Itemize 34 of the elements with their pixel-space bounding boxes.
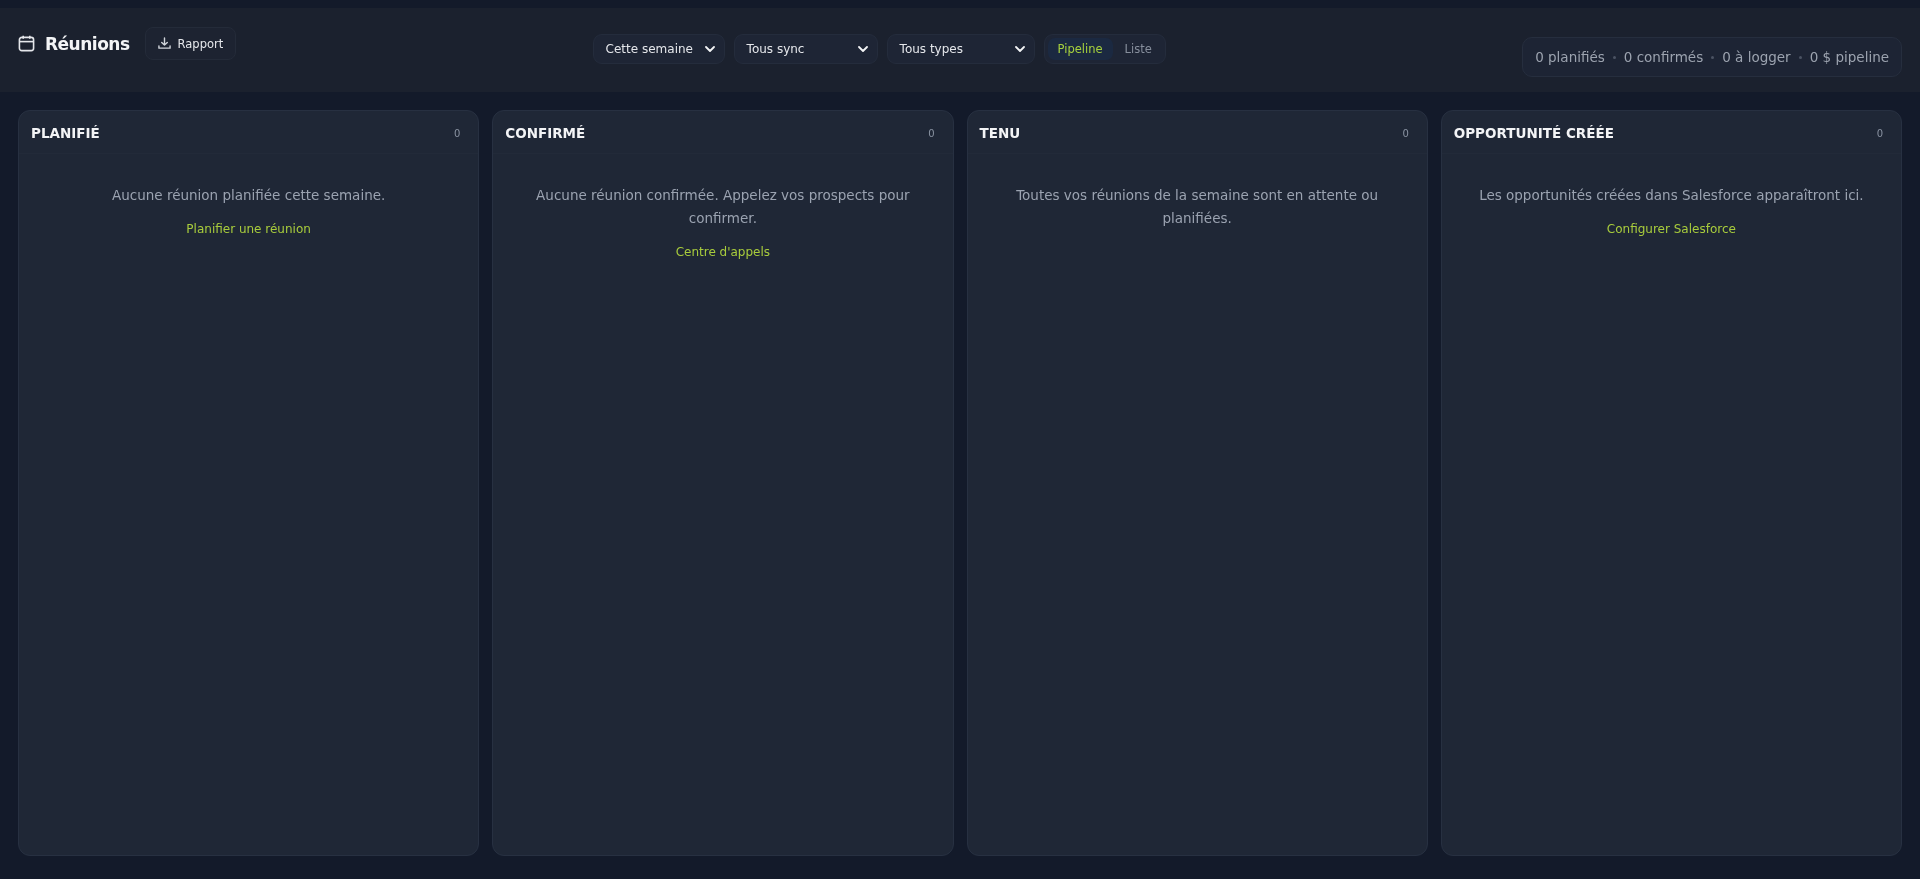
filter-dropdown[interactable]: Cette semaine [592, 34, 725, 64]
filter-dropdown[interactable]: Tous sync [733, 34, 878, 64]
chevron-down-icon [857, 46, 868, 52]
separator-dot-icon [1612, 55, 1616, 59]
report-button[interactable]: Rapport [144, 27, 237, 60]
action-link[interactable]: Configurer Salesforce [1598, 219, 1744, 239]
empty-message: Aucune réunion confirmée. Appelez vos prospects pour confirmer. [535, 186, 911, 228]
calendar-icon [18, 35, 35, 52]
summary-stat: 0 planifiés [1535, 49, 1605, 65]
chevron-down-icon [1014, 46, 1025, 52]
filter-dropdown[interactable]: Tous types [886, 34, 1035, 64]
action-link[interactable]: Centre d'appels [667, 242, 779, 262]
column-count: 0 [928, 127, 935, 139]
column-count: 0 [1402, 127, 1409, 139]
column-title: OPPORTUNITÉ CRÉÉE [1453, 125, 1614, 141]
separator-dot-icon [1711, 55, 1715, 59]
separator-dot-icon [1798, 55, 1802, 59]
column-title: TENU [979, 125, 1021, 141]
empty-message: Aucune réunion planifiée cette semaine. [111, 186, 386, 205]
summary-stat: 0 à logger [1722, 49, 1791, 65]
download-icon [157, 37, 171, 50]
column-count: 0 [1876, 127, 1883, 139]
summary-stat: 0 confirmés [1623, 49, 1704, 65]
action-link[interactable]: Planifier une réunion [178, 219, 319, 239]
page-title: Réunions [45, 33, 130, 54]
column-title: CONFIRMÉ [505, 125, 586, 141]
column-count: 0 [453, 127, 461, 139]
view-tab[interactable]: Pipeline [1047, 38, 1113, 60]
summary-stat: 0 $ pipeline [1809, 49, 1889, 65]
empty-message: Les opportunités créées dans Salesforce apparaîtront ici. [1479, 186, 1864, 205]
chevron-down-icon [704, 46, 715, 52]
column-title: PLANIFIÉ [31, 125, 100, 141]
view-tab[interactable]: Liste [1114, 38, 1162, 60]
empty-message: Toutes vos réunions de la semaine sont en attente ou planifiées. [1015, 186, 1380, 228]
